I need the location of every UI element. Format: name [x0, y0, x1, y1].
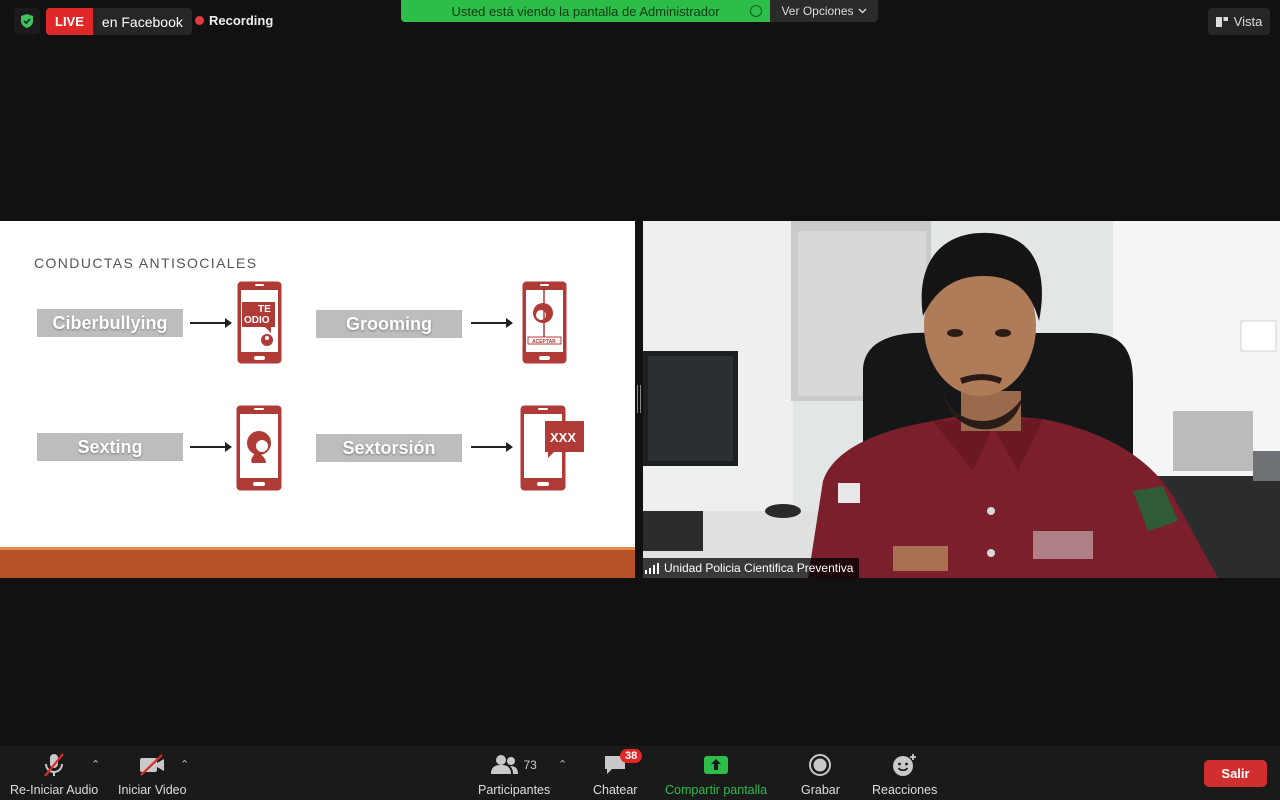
record-icon [808, 750, 832, 780]
slide-footer-band [0, 550, 635, 578]
slide-title: CONDUCTAS ANTISOCIALES [34, 255, 258, 271]
view-options-dropdown[interactable]: Ver Opciones [770, 0, 878, 22]
security-shield-icon[interactable] [14, 8, 40, 34]
arrow-icon [190, 442, 232, 452]
participants-options-chevron-up-icon[interactable]: ⌃ [558, 758, 567, 771]
slide-label-sextorsion: Sextorsión [316, 434, 462, 462]
slide-label-sexting: Sexting [37, 433, 183, 461]
hate-text-line2: ODIO [244, 315, 270, 326]
banner-status-icon [750, 5, 762, 17]
participant-name-tag: Unidad Policia Cientifica Preventiva [643, 558, 860, 578]
audio-label: Re-Iniciar Audio [10, 783, 99, 797]
share-screen-label: Compartir pantalla [665, 783, 768, 797]
share-screen-button[interactable]: Compartir pantalla [665, 750, 767, 797]
hate-text-line1: TE [258, 304, 271, 315]
arrow-icon [471, 318, 513, 328]
xxx-text: XXX [550, 430, 576, 445]
video-button[interactable]: Iniciar Video [118, 750, 187, 797]
participants-count: 73 [523, 758, 537, 772]
participants-icon [491, 755, 519, 774]
audio-options-chevron-up-icon[interactable]: ⌃ [91, 758, 100, 771]
video-label: Iniciar Video [118, 783, 187, 797]
split-view-resize-handle[interactable] [637, 385, 641, 413]
record-button[interactable]: Grabar [801, 750, 840, 797]
recording-label: Recording [209, 13, 274, 28]
muted-microphone-icon [41, 750, 67, 780]
chevron-down-icon [858, 8, 867, 14]
participants-label: Participantes [478, 783, 551, 797]
record-label: Grabar [801, 783, 840, 797]
record-dot-icon [195, 16, 204, 25]
view-layout-button[interactable]: Vista [1208, 8, 1270, 35]
live-platform: en Facebook [101, 13, 183, 30]
video-off-camera-icon [138, 750, 166, 780]
participants-icon-group: 73 [491, 750, 537, 780]
leave-meeting-button[interactable]: Salir [1204, 760, 1267, 787]
view-options-label: Ver Opciones [781, 4, 854, 18]
signal-strength-icon [645, 562, 659, 574]
phone-xxx-icon: XXX [520, 405, 584, 491]
audio-button[interactable]: Re-Iniciar Audio [10, 750, 98, 797]
accept-text: ACEPTAR [532, 339, 556, 345]
video-feed [643, 221, 1280, 578]
viewing-screen-banner: Usted está viendo la pantalla de Adminis… [401, 0, 770, 22]
recording-indicator: Recording [195, 13, 273, 28]
phone-accept-request-icon: ACEPTAR [522, 281, 567, 364]
chat-unread-badge: 38 [620, 749, 643, 763]
shared-screen-slide: CONDUCTAS ANTISOCIALES Ciberbullying TE … [0, 221, 635, 578]
layout-icon [1215, 16, 1228, 27]
slide-label-ciberbullying: Ciberbullying [37, 309, 183, 337]
slide-label-grooming: Grooming [316, 310, 462, 338]
phone-hate-message-icon: TE ODIO [237, 281, 282, 364]
participants-button[interactable]: 73 Participantes [478, 750, 550, 797]
reactions-button[interactable]: Reacciones [872, 750, 937, 797]
view-button-label: Vista [1233, 14, 1263, 29]
live-stream-indicator[interactable]: LIVE en Facebook [46, 8, 192, 35]
live-badge: LIVE [46, 8, 93, 35]
participant-name: Unidad Policia Cientifica Preventiva [664, 561, 854, 575]
video-options-chevron-up-icon[interactable]: ⌃ [180, 758, 189, 771]
share-screen-icon [703, 750, 729, 780]
reactions-label: Reacciones [872, 783, 938, 797]
chat-label: Chatear [593, 783, 638, 797]
add-reaction-smiley-icon [892, 750, 918, 780]
viewing-banner-text: Usted está viendo la pantalla de Adminis… [451, 3, 720, 19]
phone-profile-icon [236, 405, 282, 491]
arrow-icon [190, 318, 232, 328]
arrow-icon [471, 442, 513, 452]
participant-video-tile[interactable]: Unidad Policia Cientifica Preventiva [643, 221, 1280, 578]
